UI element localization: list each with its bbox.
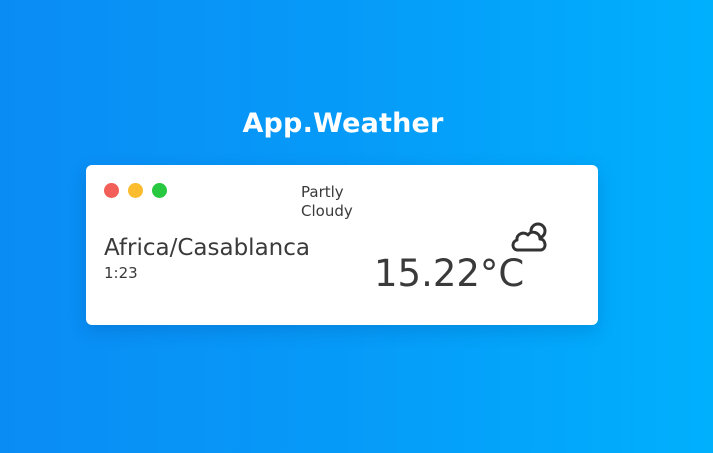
- weather-card: Partly Cloudy Africa/Casablanca 1:23 15.…: [86, 165, 598, 325]
- condition-line-1: Partly: [301, 183, 344, 201]
- partly-cloudy-icon: [511, 222, 547, 252]
- close-button[interactable]: [104, 183, 119, 198]
- condition-line-2: Cloudy: [301, 202, 353, 220]
- location-name: Africa/Casablanca: [104, 235, 310, 261]
- temperature: 15.22°C: [374, 252, 525, 295]
- window-controls: [104, 183, 167, 198]
- minimize-button[interactable]: [128, 183, 143, 198]
- app-title: App.Weather: [242, 108, 444, 139]
- maximize-button[interactable]: [152, 183, 167, 198]
- weather-condition: Partly Cloudy: [301, 183, 381, 221]
- local-time: 1:23: [104, 264, 138, 282]
